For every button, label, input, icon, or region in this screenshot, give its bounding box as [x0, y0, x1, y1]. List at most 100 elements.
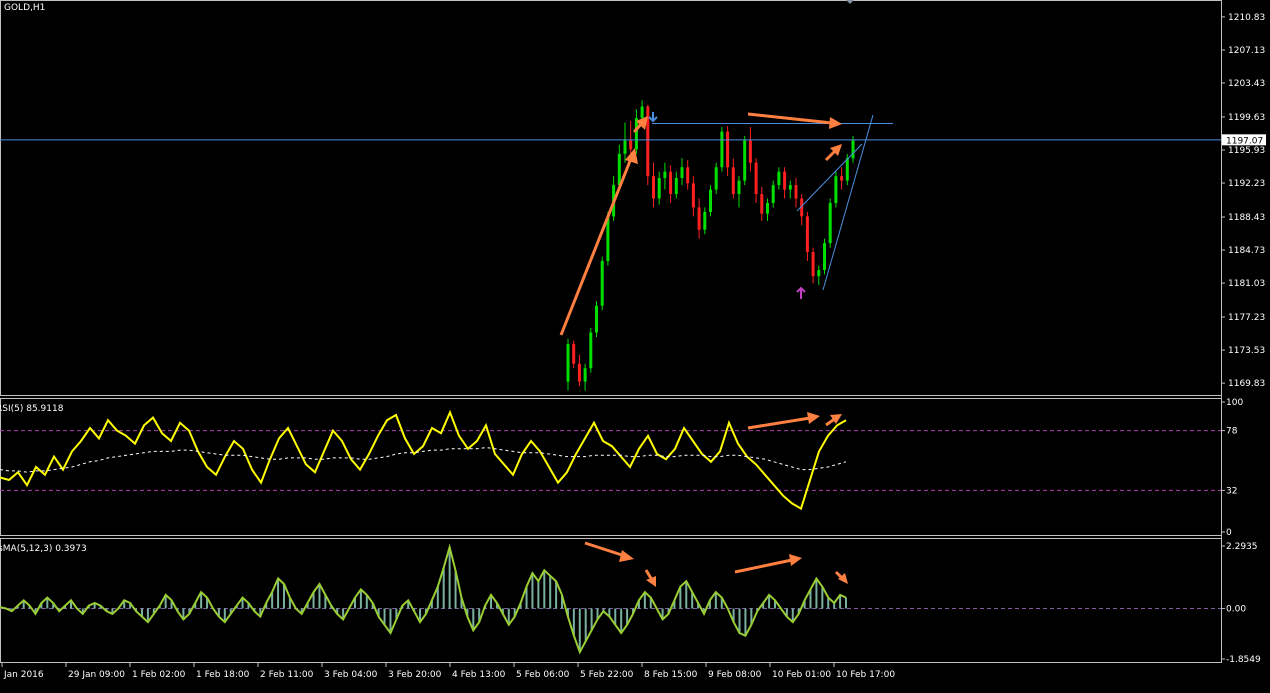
candle-body	[674, 177, 678, 195]
chart-window[interactable]: GOLD,H1 RSI(5) 85.9118 OsMA(5,12,3) 0.39…	[0, 0, 1270, 689]
fractal-up-arrow-icon	[648, 112, 658, 123]
candle-body	[657, 177, 661, 199]
candle-body	[783, 171, 787, 190]
time-tick-label: 9 Feb 08:00	[708, 670, 762, 680]
candle-body	[845, 158, 849, 181]
time-tick-label: 5 Feb 22:00	[580, 670, 634, 680]
candle-body	[669, 171, 673, 195]
candle-body	[566, 344, 570, 382]
arrow-flat-head	[829, 117, 842, 129]
time-tick-label: 10 Feb 17:00	[836, 670, 895, 680]
time-tick-label: 5 Feb 06:00	[516, 670, 570, 680]
trendline-upper[interactable]	[796, 143, 863, 212]
symbol-label: GOLD,H1	[4, 3, 45, 13]
candle-body	[714, 167, 718, 190]
time-tick-label: 3 Feb 20:00	[388, 670, 442, 680]
time-tick-label: Jan 2016	[3, 670, 44, 680]
candle-body	[680, 167, 684, 178]
candle-body	[720, 131, 724, 168]
rsi-tick-label: 0	[1226, 528, 1232, 538]
candle-body	[754, 162, 758, 195]
rsi-pane-border	[0, 398, 1222, 536]
annotation-arrows	[559, 112, 848, 587]
scroll-shift-marker-icon[interactable]	[846, 0, 854, 4]
drawn-objects[interactable]	[0, 112, 1221, 587]
candle-body	[834, 176, 838, 203]
osma-signal-line	[0, 543, 847, 655]
price-tick-label: 1199.63	[1228, 113, 1265, 123]
price-tick-label: 1173.53	[1228, 346, 1265, 356]
time-tick-label: 1 Feb 18:00	[196, 670, 250, 680]
osma-axis: 2.2935 0.00 -1.8549	[1221, 542, 1261, 665]
arrow-rsi-head	[807, 412, 820, 424]
time-tick-label: 4 Feb 13:00	[452, 670, 506, 680]
candle-body	[663, 171, 667, 178]
rsi-level-lines	[0, 430, 1221, 491]
price-tick-label: 1192.23	[1228, 179, 1265, 189]
candle-body	[709, 189, 712, 212]
candle-body	[572, 344, 576, 364]
candles	[566, 100, 855, 391]
candle-body	[640, 106, 644, 119]
arrow-osma-3-head	[789, 554, 802, 566]
main-price-axis: 1210.83 1207.13 1203.43 1199.63 1195.93 1192.…	[1221, 13, 1265, 389]
chart-canvas[interactable]: GOLD,H1 RSI(5) 85.9118 OsMA(5,12,3) 0.39…	[0, 0, 1270, 689]
candle-body	[595, 305, 598, 333]
candle-body	[629, 140, 633, 150]
candle-body	[743, 140, 747, 181]
candle-body	[577, 363, 581, 382]
time-tick-label: 10 Feb 01:00	[772, 670, 831, 680]
price-tick-label: 1181.03	[1228, 279, 1265, 289]
arrow-osma-1	[584, 541, 626, 558]
price-tick-label: 1177.23	[1228, 313, 1265, 323]
candle-body	[805, 216, 809, 253]
candle-body	[840, 176, 844, 181]
candle-body	[771, 185, 775, 203]
time-tick-label: 3 Feb 04:00	[324, 670, 378, 680]
candle-body	[748, 140, 752, 163]
rsi-axis: 100 78 32 0	[1221, 398, 1243, 538]
candle-body	[731, 167, 735, 195]
candle-body	[589, 332, 593, 369]
arrow-rsi	[747, 416, 811, 430]
rsi-tick-label: 78	[1226, 427, 1238, 437]
rsi-line	[0, 409, 847, 511]
arrow-osma-3	[734, 558, 793, 574]
candle-body	[766, 202, 769, 214]
price-tick-label: 1210.83	[1228, 13, 1265, 23]
current-price-label: 1197.07	[1226, 136, 1263, 146]
candle-body	[788, 185, 792, 190]
price-tick-label: 1169.83	[1228, 379, 1265, 389]
candle-body	[726, 131, 730, 168]
time-tick-label: 29 Jan 09:00	[68, 670, 125, 680]
candle-body	[634, 118, 638, 150]
osma-series	[0, 543, 847, 655]
candle-body	[851, 140, 855, 159]
fractal-down-arrow-icon	[796, 286, 806, 299]
price-tick-label: 1188.43	[1228, 213, 1265, 223]
time-axis: Jan 2016 29 Jan 09:00 1 Feb 02:00 1 Feb 18:…	[1, 663, 895, 680]
rsi-tick-label: 32	[1226, 486, 1237, 496]
price-tick-label: 1207.13	[1228, 46, 1265, 56]
candle-body	[760, 194, 764, 214]
price-tick-label: 1203.43	[1228, 79, 1265, 89]
osma-tick-label: -1.8549	[1226, 655, 1261, 665]
osma-tick-label: 0.00	[1226, 604, 1246, 614]
candle-body	[600, 261, 604, 306]
candle-body	[737, 180, 741, 195]
candle-body	[583, 368, 587, 382]
candle-body	[617, 153, 621, 186]
price-tick-label: 1184.73	[1228, 246, 1265, 256]
candle-body	[703, 211, 707, 230]
main-pane-border	[0, 0, 1222, 396]
candle-body	[623, 140, 627, 154]
arrow-osma-1-head	[619, 550, 634, 562]
rsi-tick-label: 100	[1226, 398, 1243, 408]
candle-body	[823, 243, 826, 270]
rsi-series	[0, 409, 847, 511]
osma-title: OsMA(5,12,3) 0.3973	[0, 544, 87, 554]
candle-body	[811, 252, 815, 277]
candle-body	[777, 171, 781, 186]
rsi-title: RSI(5) 85.9118	[0, 404, 64, 414]
candle-body	[817, 269, 821, 277]
